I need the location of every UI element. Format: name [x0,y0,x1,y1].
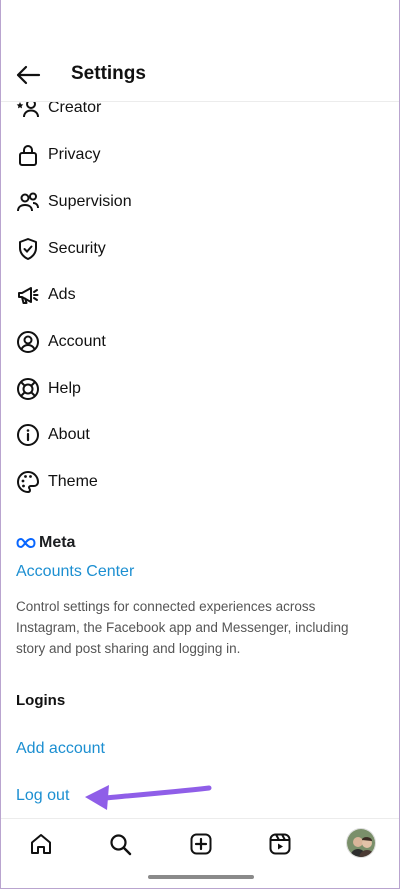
reels-icon[interactable] [267,831,293,857]
menu-item-account[interactable]: Account [1,319,399,365]
annotation-arrow-icon [85,785,212,810]
menu-item-privacy[interactable]: Privacy [1,132,399,178]
accounts-center-description: Control settings for connected experienc… [16,599,349,656]
menu-item-security[interactable]: Security [1,226,399,272]
supervision-icon [16,190,40,214]
menu-item-label: Account [48,333,106,350]
logins-section-title: Logins [16,692,66,709]
back-button[interactable] [13,62,43,88]
home-icon[interactable] [28,831,54,857]
top-bar: Settings [1,44,399,102]
lifebuoy-icon [16,377,40,401]
create-icon[interactable] [188,831,214,857]
menu-item-label: Security [48,240,106,257]
app-screen: Settings Creator Privacy Supervision Sec… [0,0,400,889]
lock-icon [16,143,40,167]
menu-item-label: Ads [48,286,76,303]
menu-item-theme[interactable]: Theme [1,459,399,505]
shield-icon [16,237,40,261]
megaphone-icon [16,283,40,307]
palette-icon [16,470,40,494]
page-title: Settings [71,63,146,84]
log-out-link[interactable]: Log out [16,787,69,805]
profile-avatar[interactable] [346,828,376,858]
info-icon [16,423,40,447]
menu-item-label: Supervision [48,193,132,210]
back-arrow-icon [16,65,41,85]
menu-item-about[interactable]: About [1,412,399,458]
menu-item-label: About [48,426,90,443]
menu-item-label: Help [48,380,81,397]
meta-wordmark: Meta [39,534,76,551]
add-account-link[interactable]: Add account [16,740,105,758]
meta-logo: Meta [16,533,75,553]
search-icon[interactable] [107,831,133,857]
bottom-nav [1,818,399,868]
menu-item-help[interactable]: Help [1,366,399,412]
account-icon [16,330,40,354]
menu-item-supervision[interactable]: Supervision [1,179,399,225]
menu-item-label: Theme [48,473,98,490]
home-indicator [148,875,254,879]
menu-item-ads[interactable]: Ads [1,272,399,318]
menu-item-label: Privacy [48,146,101,163]
meta-infinity-icon [16,537,36,549]
accounts-center-link[interactable]: Accounts Center [16,563,134,581]
